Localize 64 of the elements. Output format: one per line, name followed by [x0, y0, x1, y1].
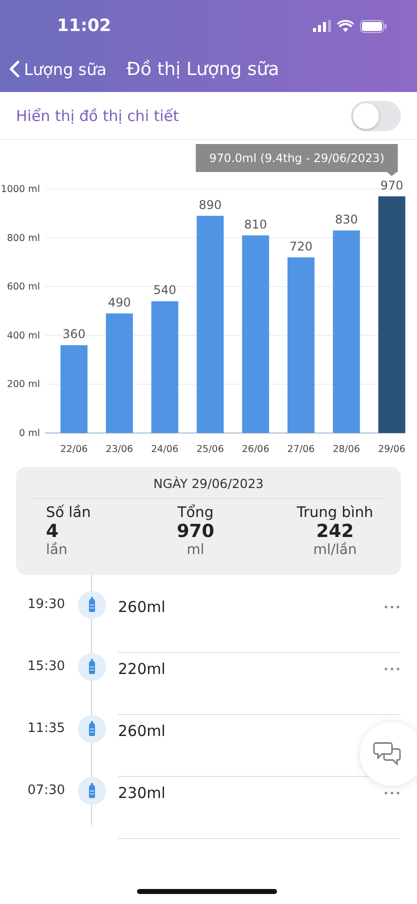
bar-value-label: 970: [380, 178, 404, 192]
battery-icon: [360, 20, 387, 32]
x-axis-label: 25/06: [196, 444, 224, 455]
bar[interactable]: [196, 216, 224, 433]
stat-unit: ml/lần: [313, 542, 357, 558]
bar-value-label: 490: [108, 295, 131, 310]
stat-label: Trung bình: [296, 505, 374, 521]
feeding-amount: 230ml: [118, 783, 166, 804]
x-axis-label: 29/06: [378, 444, 406, 455]
tooltip: 970.0ml (9.4thg - 29/06/2023): [196, 144, 398, 176]
x-axis-label: 26/06: [242, 444, 270, 455]
more-icon[interactable]: [384, 791, 400, 795]
feeding-amount: 260ml: [118, 721, 166, 742]
bar-value-label: 890: [198, 198, 222, 212]
back-button[interactable]: Lượng sữa: [9, 60, 107, 78]
y-axis-label: 600 ml: [6, 282, 40, 293]
bar[interactable]: [151, 301, 178, 433]
summary-date: NGÀY 29/06/2023: [32, 467, 385, 499]
bar-value-label: 830: [334, 212, 358, 226]
bar[interactable]: [106, 313, 133, 433]
stat-value: 970: [176, 521, 214, 542]
bottle-icon: [78, 653, 106, 681]
y-axis-label: 1000 ml: [0, 184, 40, 195]
y-axis-label: 400 ml: [6, 330, 40, 342]
chevron-left-icon: [9, 60, 20, 78]
stat-label: Tổng: [177, 505, 214, 521]
bottle-icon: [78, 777, 106, 805]
chat-icon: [373, 741, 403, 767]
feeding-time: 19:30: [26, 596, 65, 614]
x-axis-label: 23/06: [106, 444, 134, 455]
stat-value: 4: [46, 521, 59, 542]
feeding-time: 15:30: [26, 658, 65, 676]
status-time: 11:02: [57, 16, 112, 36]
x-axis-label: 22/06: [60, 444, 88, 455]
wifi-icon: [337, 20, 354, 32]
stat-unit: ml: [186, 542, 204, 558]
y-axis-label: 200 ml: [6, 379, 40, 390]
more-icon[interactable]: [384, 667, 400, 671]
feeding-time: 11:35: [26, 720, 65, 738]
toggle-label: Hiển thị đồ thị chi tiết: [16, 106, 179, 124]
x-axis-label: 27/06: [287, 444, 315, 455]
bar-value-label: 720: [290, 239, 312, 254]
bottle-icon: [78, 591, 106, 619]
stat-value: 242: [316, 521, 354, 542]
screen-title: Đồ thị Lượng sữa: [126, 58, 280, 80]
stat-unit: lần: [46, 542, 68, 558]
feeding-amount: 260ml: [118, 597, 166, 618]
x-axis-label: 28/06: [332, 444, 360, 455]
bar-value-label: 360: [62, 327, 86, 342]
x-axis-label: 24/06: [151, 444, 178, 455]
bar[interactable]: [332, 230, 360, 433]
feeding-time: 07:30: [26, 782, 65, 800]
feeding-amount: 220ml: [118, 659, 166, 680]
bar[interactable]: [242, 235, 270, 433]
bar-value-label: 810: [244, 217, 268, 232]
detail-switch[interactable]: [351, 100, 401, 130]
y-axis-label: 0 ml: [19, 428, 40, 439]
signal-icon: [313, 20, 331, 32]
y-axis-label: 800 ml: [6, 232, 40, 244]
stat-label: Số lần: [46, 505, 91, 521]
more-icon[interactable]: [384, 605, 400, 609]
bottle-icon: [78, 715, 106, 743]
bar-value-label: 540: [153, 283, 176, 298]
bar[interactable]: [378, 196, 406, 433]
